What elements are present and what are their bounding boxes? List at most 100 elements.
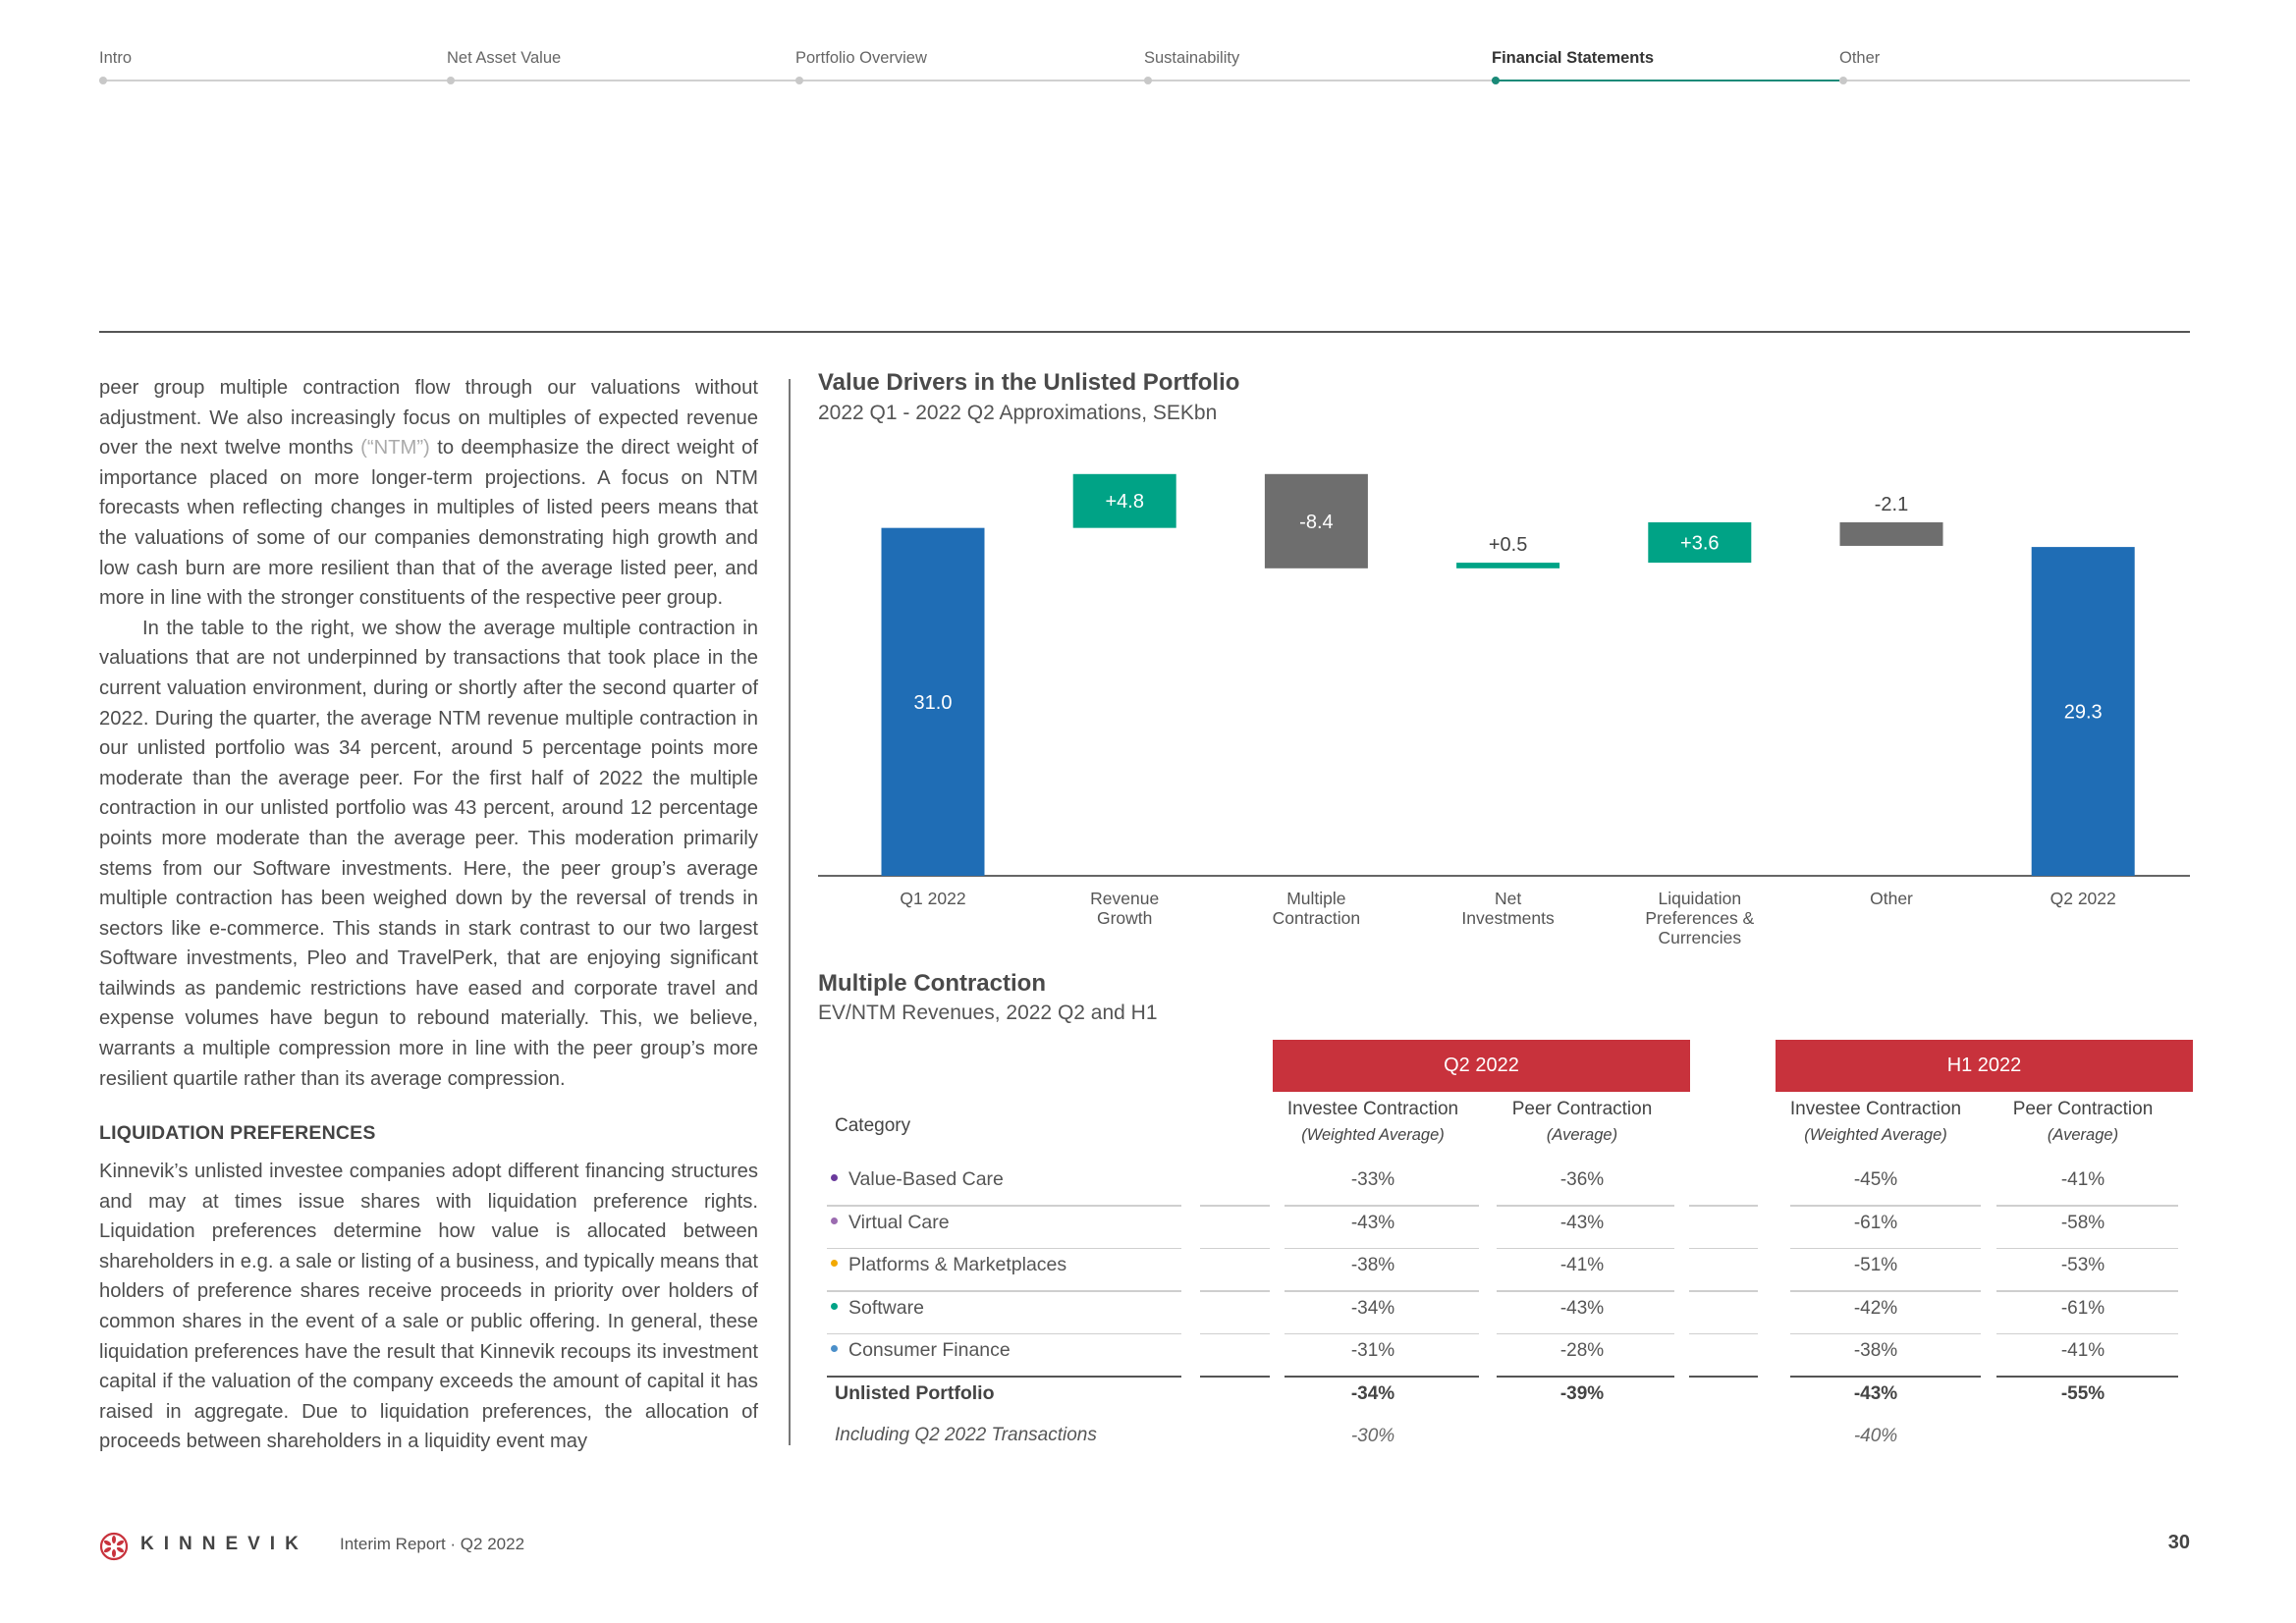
bar-value-label: -8.4	[1299, 512, 1333, 533]
bar-multiple-contraction	[1264, 473, 1368, 568]
category-label-line: Liquidation	[1658, 889, 1742, 908]
value-cell: -43%	[1559, 1297, 1605, 1319]
nav-dot-net-asset-value[interactable]	[447, 77, 455, 84]
nav-dot-financial-statements[interactable]	[1492, 77, 1500, 84]
value-cell: -41%	[1559, 1255, 1605, 1275]
nav-item-net-asset-value[interactable]: Net Asset Value	[447, 49, 561, 68]
col-head-q2-investee: Investee Contraction (Weighted Average)	[1286, 1099, 1459, 1144]
total-row-label: Unlisted Portfolio	[835, 1381, 995, 1404]
value-cell: -45%	[1853, 1169, 1898, 1190]
nav-dot-other[interactable]	[1839, 77, 1847, 84]
row-divider	[1497, 1332, 1674, 1334]
category-name: Value-Based Care	[848, 1168, 1004, 1190]
page-number: 30	[2167, 1532, 2190, 1553]
row-divider	[827, 1290, 1181, 1292]
value-cell: -43%	[1559, 1212, 1605, 1233]
category-label-line: Net	[1494, 889, 1522, 908]
row-divider	[1996, 1332, 2178, 1334]
category-label-line: Q1 2022	[900, 889, 966, 908]
category-bullet-icon	[831, 1217, 838, 1224]
total-value-cell: -39%	[1559, 1382, 1605, 1404]
chart-subtitle: 2022 Q1 - 2022 Q2 Approximations, SEKbn	[818, 402, 1218, 424]
value-cell: -34%	[1350, 1297, 1395, 1319]
category-cell: Value-Based Care	[831, 1168, 1004, 1191]
category-cell: Virtual Care	[831, 1212, 950, 1234]
category-bullet-icon	[831, 1174, 838, 1182]
row-divider	[827, 1332, 1181, 1334]
nav-item-portfolio-overview[interactable]: Portfolio Overview	[795, 49, 927, 68]
row-divider	[1689, 1290, 1758, 1292]
nav-track-active	[1492, 80, 1839, 81]
value-cell: -51%	[1853, 1255, 1898, 1275]
value-cell: -38%	[1853, 1340, 1898, 1361]
including-value-cell: -40%	[1853, 1426, 1898, 1446]
category-label: Net Investments	[1425, 889, 1592, 928]
bar-value-label: 31.0	[914, 692, 953, 714]
row-divider	[1497, 1376, 1674, 1378]
category-cell: Software	[831, 1297, 924, 1320]
including-value-cell: -30%	[1350, 1426, 1395, 1446]
column-divider	[789, 379, 791, 1445]
row-divider	[1285, 1376, 1479, 1378]
paragraph-ntm: peer group multiple contraction flow thr…	[99, 377, 758, 610]
category-cell: Consumer Finance	[831, 1339, 1011, 1362]
nav-dot-portfolio-overview[interactable]	[795, 77, 803, 84]
category-label: Multiple Contraction	[1232, 889, 1399, 928]
bar-other	[1839, 521, 1943, 546]
row-divider	[1996, 1376, 2178, 1378]
nav-dot-sustainability[interactable]	[1144, 77, 1152, 84]
nav-item-financial-statements[interactable]: Financial Statements	[1492, 49, 1654, 68]
body-text-liquidation: Kinnevik’s unlisted investee companies a…	[99, 1157, 758, 1457]
category-label-line: Multiple	[1286, 889, 1346, 908]
row-divider	[827, 1205, 1181, 1207]
row-divider	[1790, 1247, 1981, 1249]
row-divider	[1790, 1205, 1981, 1207]
nav-dot-intro[interactable]	[99, 77, 107, 84]
category-cell: Platforms & Marketplaces	[831, 1254, 1066, 1276]
bar-value-label: +3.6	[1680, 533, 1719, 555]
row-divider	[1497, 1290, 1674, 1292]
category-name: Consumer Finance	[848, 1339, 1011, 1361]
row-divider	[1996, 1205, 2178, 1207]
body-text-main: peer group multiple contraction flow thr…	[99, 373, 758, 1094]
row-divider	[1285, 1290, 1479, 1292]
paragraph-table-explanation: In the table to the right, we show the a…	[99, 617, 758, 1090]
value-cell: -28%	[1559, 1340, 1605, 1361]
category-name: Virtual Care	[848, 1211, 950, 1233]
nav-item-sustainability[interactable]: Sustainability	[1144, 49, 1239, 68]
section-heading-liquidation: LIQUIDATION PREFERENCES	[99, 1122, 376, 1144]
row-divider	[1200, 1290, 1270, 1292]
kinnevik-logo-icon	[99, 1532, 129, 1561]
category-label: Liquidation Preferences & Currencies	[1616, 889, 1783, 947]
category-label-line: Preferences &	[1645, 908, 1755, 928]
row-divider	[1689, 1332, 1758, 1334]
nav-item-intro[interactable]: Intro	[99, 49, 132, 68]
row-divider	[1790, 1332, 1981, 1334]
row-divider	[1996, 1247, 2178, 1249]
category-bullet-icon	[831, 1345, 838, 1353]
including-row-label: Including Q2 2022 Transactions	[835, 1425, 1097, 1445]
category-label: Q1 2022	[849, 889, 1016, 908]
category-label: Revenue Growth	[1041, 889, 1208, 928]
bar-value-label: +4.8	[1105, 491, 1143, 513]
row-divider	[1285, 1332, 1479, 1334]
row-divider	[1689, 1205, 1758, 1207]
value-cell: -41%	[2060, 1340, 2105, 1361]
category-bullet-icon	[831, 1302, 838, 1310]
total-value-cell: -43%	[1853, 1382, 1898, 1404]
col-head-q2-peer: Peer Contraction (Average)	[1511, 1099, 1653, 1144]
table-title: Multiple Contraction	[818, 970, 1046, 997]
header-divider	[99, 331, 2190, 333]
category-label-line: Currencies	[1658, 928, 1742, 947]
col-head-h1-peer: Peer Contraction (Average)	[2012, 1099, 2154, 1144]
category-bullet-icon	[831, 1260, 838, 1268]
nav-item-other[interactable]: Other	[1839, 49, 1880, 68]
value-cell: -42%	[1853, 1297, 1898, 1319]
bar-value-label: 29.3	[2064, 702, 2103, 724]
value-cell: -41%	[2060, 1169, 2105, 1190]
category-label-line: Investments	[1461, 908, 1555, 928]
value-cell: -58%	[2060, 1212, 2105, 1233]
chart-title: Value Drivers in the Unlisted Portfolio	[818, 369, 1240, 396]
table-subtitle: EV/NTM Revenues, 2022 Q2 and H1	[818, 1001, 1158, 1024]
category-label-line: Q2 2022	[2050, 889, 2116, 908]
